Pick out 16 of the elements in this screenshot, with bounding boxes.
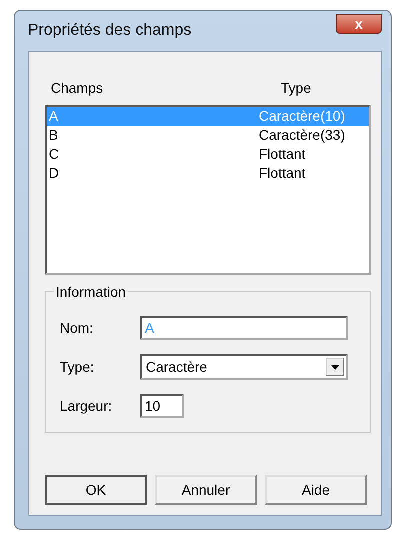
column-header: Type (280, 79, 312, 98)
list-row[interactable]: D Flottant (47, 164, 369, 183)
dialog-button[interactable]: Annuler (155, 475, 257, 505)
field-label: Type: (60, 358, 96, 377)
width-field[interactable]: 10 (140, 394, 184, 418)
list-row[interactable]: C Flottant (47, 145, 369, 164)
close-button[interactable]: x (336, 14, 382, 34)
window-title: Propriétés des champs (28, 21, 192, 41)
field-label: Nom: (60, 318, 94, 338)
field-label: Largeur: (60, 396, 114, 416)
dialog-button[interactable]: OK (45, 475, 147, 505)
type-dropdown[interactable]: Caractère (140, 354, 348, 380)
column-header: Champs (51, 79, 104, 98)
dialog-button[interactable]: Aide (265, 475, 367, 505)
list-row[interactable]: B Caractère(33) (47, 126, 369, 145)
field-list[interactable]: A Caractère(10) B Caractère(33) C Flottant D Flottant (45, 105, 371, 275)
